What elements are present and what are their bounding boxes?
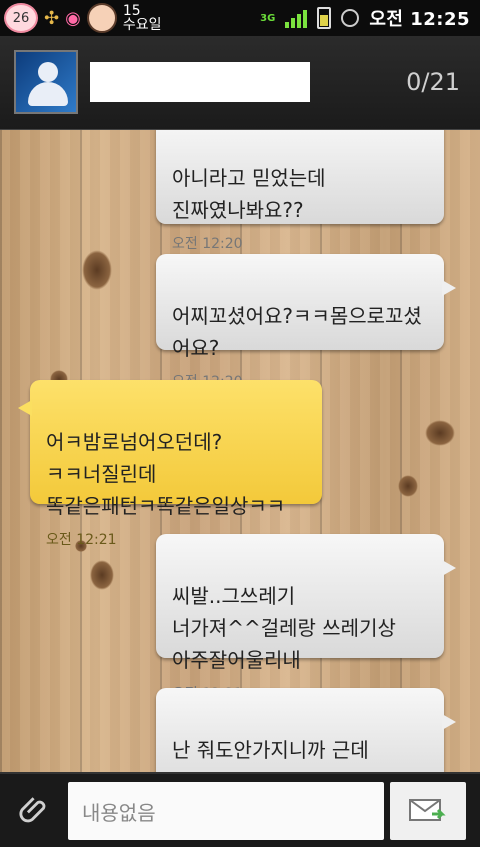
message-text: 난 줘도안가지니까 근데 그런쓰레기는 딴년이건들면 또 넘어가는거알죠??ㅋㅋ… [172,738,424,772]
contact-name-redacted [90,62,310,102]
message-bubble-received[interactable]: 난 줘도안가지니까 근데 그런쓰레기는 딴년이건들면 또 넘어가는거알죠??ㅋㅋ… [156,688,456,772]
status-left: 26 ✣ ◉ 15 수요일 [0,3,161,33]
contact-avatar[interactable] [14,50,78,114]
status-time: 오전 12:25 [369,9,470,30]
message-text: 어찌꼬셨어요?ㅋㅋ몸으로꼬셨 어요? [172,304,422,360]
status-right: 3G 오전 12:25 [260,5,480,31]
message-bubble-received[interactable]: 아니라고 믿었는데 진짜였나봐요?? 오전 12:20 [156,130,444,252]
chat-area[interactable]: 아니라고 믿었는데 진짜였나봐요?? 오전 12:20 어찌꼬셨어요?ㅋㅋ몸으로… [0,130,480,772]
wood-knot [398,475,418,497]
compose-bar: 내용없음 [0,772,480,847]
message-bubble-received[interactable]: 어찌꼬셨어요?ㅋㅋ몸으로꼬셨 어요? 오전 12:20 [156,254,456,390]
character-face-icon [86,3,117,33]
signal-wave-icon: ◉ [65,7,81,29]
wood-knot [82,250,112,290]
message-bubble-sent[interactable]: 어ㅋ밤로넘어오던데? ㅋㅋ너질린데 똑같은패턴ㅋ똑같은일상ㅋㅋ 오전 12:21 [18,380,322,548]
message-input[interactable]: 내용없음 [68,782,384,840]
avatar-head-shape [38,62,58,82]
paperclip-icon[interactable] [18,794,52,828]
message-text: 씨발..그쓰레기 너가져^^걸레랑 쓰레기상 아주잘어울리내 [172,584,396,672]
alarm-clock-icon [341,9,360,27]
status-bar: 26 ✣ ◉ 15 수요일 3G 오전 12:25 [0,0,480,36]
notification-badge: 26 [4,3,38,33]
signal-strength-icon [285,8,308,28]
message-text: 어ㅋ밤로넘어오던데? ㅋㅋ너질린데 똑같은패턴ㅋ똑같은일상ㅋㅋ [46,430,286,518]
message-bubble-received[interactable]: 씨발..그쓰레기 너가져^^걸레랑 쓰레기상 아주잘어울리내 오전 12:21 [156,534,456,702]
message-text: 아니라고 믿었는데 진짜였나봐요?? [172,166,326,222]
network-type: 3G [260,12,276,24]
chat-header: 0/21 [0,36,480,130]
send-button[interactable] [390,782,466,840]
pinwheel-icon: ✣ [44,7,60,29]
char-counter: 0/21 [406,68,460,96]
wood-knot [425,420,455,446]
date-label: 15 수요일 [122,3,162,33]
battery-icon [317,7,332,29]
avatar-body-shape [28,82,68,106]
envelope-send-icon [409,799,446,821]
